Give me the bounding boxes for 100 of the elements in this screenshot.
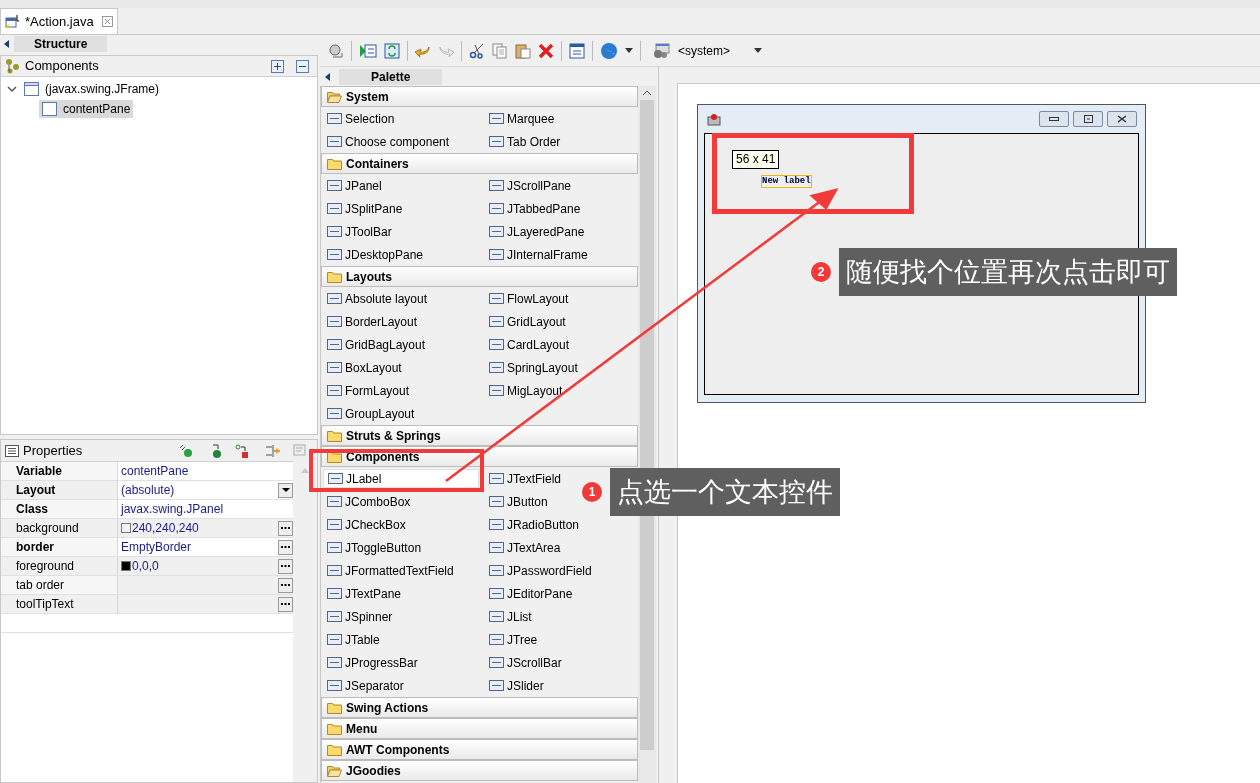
palette-category[interactable]: Swing Actions bbox=[321, 697, 638, 718]
palette-category[interactable]: JGoodies bbox=[321, 760, 638, 781]
palette-item[interactable]: JTabbedPane bbox=[485, 199, 583, 218]
close-icon[interactable] bbox=[102, 16, 113, 27]
palette-item[interactable]: JPasswordField bbox=[485, 561, 594, 580]
convert-icon[interactable] bbox=[235, 443, 249, 458]
ellipsis-button[interactable] bbox=[278, 558, 293, 574]
palette-item[interactable]: SpringLayout bbox=[485, 358, 580, 377]
palette-item[interactable]: GroupLayout bbox=[323, 404, 417, 423]
palette-item[interactable]: JButton bbox=[485, 492, 550, 511]
step-number-badge: 1 bbox=[582, 482, 602, 502]
properties-title: Properties bbox=[23, 441, 83, 460]
palette-item[interactable]: JTextPane bbox=[323, 584, 404, 603]
palette-item[interactable]: Tab Order bbox=[485, 132, 563, 151]
property-value: 0,0,0 bbox=[132, 558, 159, 575]
palette-item[interactable]: JScrollBar bbox=[485, 653, 564, 672]
collapse-arrow-icon[interactable] bbox=[4, 40, 10, 48]
palette-item[interactable]: BorderLayout bbox=[323, 312, 420, 331]
palette-item[interactable]: JTextArea bbox=[485, 538, 563, 557]
ellipsis-button[interactable] bbox=[278, 520, 293, 536]
palette-category[interactable]: Menu bbox=[321, 718, 638, 739]
run-icon[interactable] bbox=[359, 42, 377, 59]
palette-item[interactable]: JTable bbox=[323, 630, 382, 649]
palette-item[interactable]: JToggleButton bbox=[323, 538, 424, 557]
expand-all-icon[interactable] bbox=[271, 59, 284, 73]
palette-item[interactable]: FlowLayout bbox=[485, 289, 571, 308]
collapse-all-icon[interactable] bbox=[296, 59, 309, 73]
palette-item[interactable]: JSlider bbox=[485, 676, 546, 695]
maximize-button[interactable] bbox=[1073, 111, 1103, 127]
tree-item[interactable]: contentPane bbox=[39, 100, 134, 118]
refresh-icon[interactable] bbox=[384, 42, 400, 59]
globe-icon[interactable] bbox=[600, 41, 618, 60]
palette-item[interactable]: JEditorPane bbox=[485, 584, 575, 603]
palette-item[interactable]: JInternalFrame bbox=[485, 245, 590, 264]
palette-item[interactable]: CardLayout bbox=[485, 335, 572, 354]
delete-icon[interactable] bbox=[538, 42, 554, 59]
editor-tab[interactable]: *Action.java bbox=[0, 8, 118, 34]
palette-item[interactable]: JPanel bbox=[323, 176, 384, 195]
close-button[interactable] bbox=[1107, 111, 1137, 127]
palette-category[interactable]: Containers bbox=[321, 153, 638, 174]
palette-item[interactable]: JFormattedTextField bbox=[323, 561, 456, 580]
java-cup-icon bbox=[706, 111, 722, 127]
palette-item[interactable]: Marquee bbox=[485, 109, 557, 128]
palette-item[interactable]: JDesktopPane bbox=[323, 245, 426, 264]
folder-icon bbox=[327, 270, 342, 283]
palette-item[interactable]: Selection bbox=[323, 109, 397, 128]
palette-item[interactable]: JRadioButton bbox=[485, 515, 582, 534]
component-icon bbox=[327, 292, 342, 305]
dropdown-button[interactable] bbox=[278, 482, 293, 498]
ellipsis-button[interactable] bbox=[278, 539, 293, 555]
ellipsis-button[interactable] bbox=[278, 596, 293, 612]
paste-icon[interactable] bbox=[515, 42, 531, 59]
palette-item[interactable]: JCheckBox bbox=[323, 515, 408, 534]
collapse-arrow-icon[interactable] bbox=[325, 72, 331, 81]
palette-category[interactable]: AWT Components bbox=[321, 739, 638, 760]
minimize-button[interactable] bbox=[1039, 111, 1069, 127]
component-icon bbox=[327, 656, 342, 669]
palette-category[interactable]: Layouts bbox=[321, 266, 638, 287]
property-value: javax.swing.JPanel bbox=[121, 501, 224, 518]
palette-item[interactable]: Absolute layout bbox=[323, 289, 430, 308]
look-and-feel-button[interactable]: <system> bbox=[648, 41, 767, 60]
palette-category[interactable]: Struts & Springs bbox=[321, 425, 638, 446]
ellipsis-button[interactable] bbox=[278, 577, 293, 593]
component-icon bbox=[327, 564, 342, 577]
palette-item[interactable]: JComboBox bbox=[323, 492, 413, 511]
palette-item[interactable]: JLabel bbox=[323, 469, 479, 488]
property-name: foreground bbox=[1, 557, 118, 575]
palette-item[interactable]: FormLayout bbox=[323, 381, 412, 400]
property-value: 240,240,240 bbox=[132, 520, 199, 537]
component-icon bbox=[327, 518, 342, 531]
scroll-up-icon[interactable] bbox=[643, 90, 651, 95]
dropdown-arrow-icon[interactable] bbox=[625, 48, 633, 53]
component-icon bbox=[327, 225, 342, 238]
chevron-down-icon[interactable] bbox=[7, 85, 17, 93]
palette-item[interactable]: GridLayout bbox=[485, 312, 568, 331]
component-icon bbox=[489, 112, 504, 125]
palette-item[interactable]: JSplitPane bbox=[323, 199, 405, 218]
palette-item[interactable]: JTextField bbox=[485, 469, 564, 488]
tree-item[interactable]: (javax.swing.JFrame) bbox=[21, 80, 163, 98]
palette-item[interactable]: JTree bbox=[485, 630, 540, 649]
palette-item[interactable]: JLayeredPane bbox=[485, 222, 587, 241]
tab-order-icon[interactable] bbox=[569, 42, 585, 59]
palette-item[interactable]: JSpinner bbox=[323, 607, 395, 626]
palette-item[interactable]: JProgressBar bbox=[323, 653, 420, 672]
palette-item[interactable]: JSeparator bbox=[323, 676, 406, 695]
palette-item[interactable]: JList bbox=[485, 607, 534, 626]
palette-item[interactable]: BoxLayout bbox=[323, 358, 404, 377]
component-icon bbox=[489, 135, 504, 148]
palette-item[interactable]: GridBagLayout bbox=[323, 335, 428, 354]
close-icon bbox=[1117, 115, 1127, 123]
palette-item[interactable]: JToolBar bbox=[323, 222, 394, 241]
test-icon[interactable] bbox=[328, 42, 344, 59]
palette-item[interactable]: MigLayout bbox=[485, 381, 565, 400]
palette-item[interactable]: Choose component bbox=[323, 132, 452, 151]
new-label[interactable]: New label bbox=[761, 175, 812, 188]
component-icon bbox=[489, 633, 504, 646]
events-icon[interactable] bbox=[179, 443, 193, 458]
palette-item[interactable]: JScrollPane bbox=[485, 176, 574, 195]
palette-category[interactable]: System bbox=[321, 86, 638, 107]
cut-icon[interactable] bbox=[469, 42, 485, 59]
